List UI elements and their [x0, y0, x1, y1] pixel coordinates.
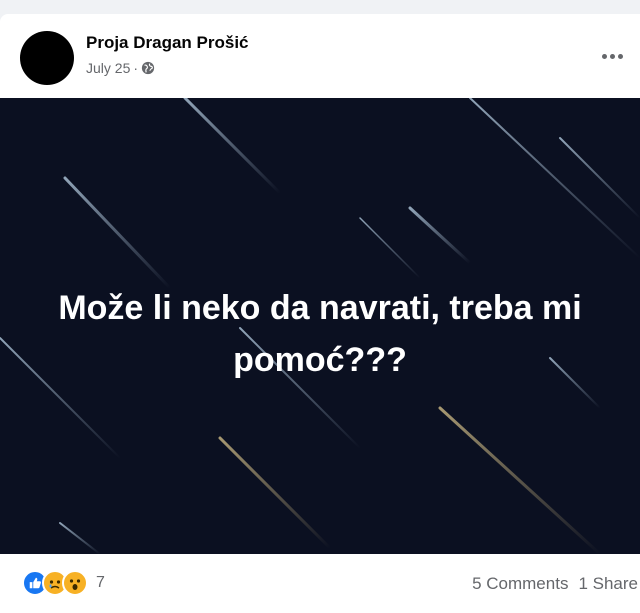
post-card: Proja Dragan Prošić July 25 · Može li ne…	[0, 14, 640, 613]
wow-icon	[62, 570, 88, 596]
globe-icon[interactable]	[141, 61, 155, 75]
image-caption-text: Može li neko da navrati, treba mi pomoć?…	[58, 289, 582, 379]
comments-link[interactable]: 5 Comments	[472, 574, 568, 594]
post-image[interactable]: Može li neko da navrati, treba mi pomoć?…	[0, 98, 640, 554]
post-date[interactable]: July 25	[86, 60, 130, 76]
author-name[interactable]: Proja Dragan Prošić	[86, 33, 249, 53]
more-options-icon[interactable]	[594, 38, 630, 74]
post-meta: July 25 ·	[86, 60, 155, 76]
shares-link[interactable]: 1 Share	[578, 574, 638, 594]
avatar[interactable]	[20, 31, 74, 85]
post-footer: 7 5 Comments 1 Share	[0, 554, 640, 613]
meta-separator: ·	[133, 60, 139, 76]
reaction-count[interactable]: 7	[96, 574, 105, 592]
post-header: Proja Dragan Prošić July 25 ·	[0, 14, 640, 98]
engagement-stats: 5 Comments 1 Share	[472, 574, 638, 594]
reactions-summary[interactable]: 7	[22, 570, 105, 596]
